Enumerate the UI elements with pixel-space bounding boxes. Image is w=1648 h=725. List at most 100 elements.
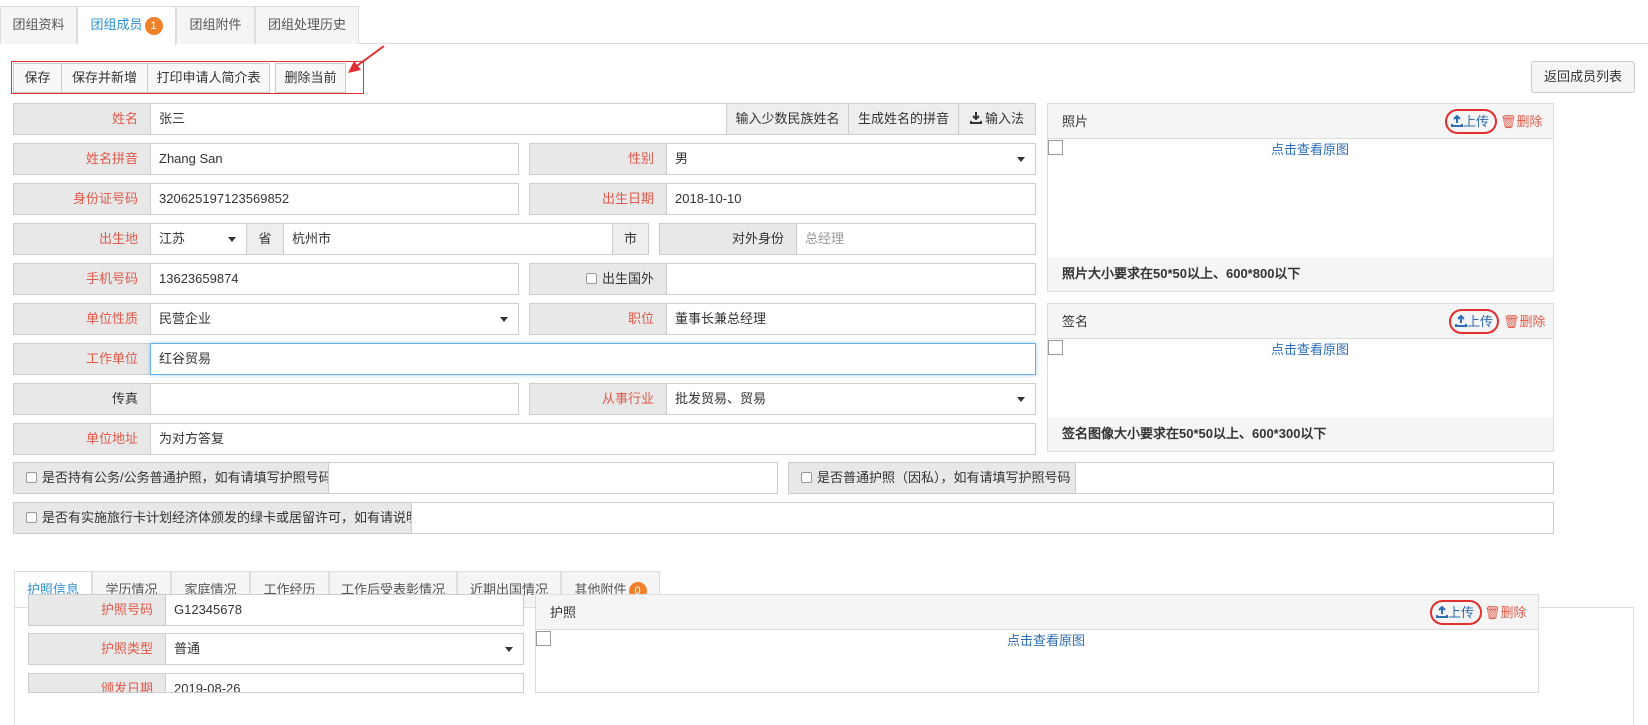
gender-label: 性别 [529,143,667,175]
passport-number-label: 护照号码 [28,594,166,626]
tab-group-attachments[interactable]: 团组附件 [176,6,255,44]
passport-view-original-link[interactable]: 点击查看原图 [1007,631,1085,651]
unit-address-input[interactable]: 为对方答复 [150,423,1036,455]
private-passport-label[interactable]: 是否普通护照（因私），如有请填写护照号码 [788,462,1076,494]
input-method-label: 输入法 [984,111,1024,126]
input-method-button[interactable]: 输入法 [958,103,1036,135]
birth-date-input[interactable]: 2018-10-10 [666,183,1036,215]
photo-panel: 照片 上传 🗑删除 点击查看原图 照片大小要求在50*50以上、600*800以… [1047,103,1554,292]
upload-icon [1455,314,1467,327]
tab-group-info[interactable]: 团组资料 [0,6,77,44]
birth-date-label: 出生日期 [529,183,667,215]
photo-upload-label: 上传 [1463,114,1490,129]
signature-upload-label: 上传 [1467,314,1494,329]
official-passport-text: 是否持有公务/公务普通护照，如有请填写护照号码 [42,470,332,485]
passport-panel-header: 护照 [536,595,1538,630]
external-identity-input[interactable]: 总经理 [796,223,1036,255]
minority-name-button[interactable]: 输入少数民族姓名 [726,103,849,135]
private-passport-text: 是否普通护照（因私），如有请填写护照号码 [817,470,1071,485]
photo-delete-button[interactable]: 🗑删除 [1500,104,1543,139]
passport-type-label: 护照类型 [28,633,166,665]
pinyin-label: 姓名拼音 [13,143,151,175]
tab-label: 团组处理历史 [267,17,346,32]
residence-permit-checkbox[interactable] [26,512,37,523]
save-button[interactable]: 保存 [13,63,62,93]
tab-label: 团组资料 [12,17,65,32]
official-passport-label[interactable]: 是否持有公务/公务普通护照，如有请填写护照号码 [13,462,332,494]
passport-number-input[interactable]: G12345678 [165,594,524,626]
phone-label: 手机号码 [13,263,151,295]
passport-delete-label: 删除 [1500,605,1527,620]
tab-label: 团组成员 [90,17,143,32]
trash-icon: 🗑 [1500,114,1517,129]
private-passport-input[interactable] [1075,462,1554,494]
official-passport-checkbox[interactable] [26,472,37,483]
id-number-label: 身份证号码 [13,183,151,215]
signature-select-checkbox[interactable] [1048,340,1063,355]
position-input[interactable]: 董事长兼总经理 [666,303,1036,335]
signature-panel: 签名 上传 🗑删除 点击查看原图 签名图像大小要求在50*50以上、600*30… [1047,303,1554,452]
official-passport-input[interactable] [328,462,778,494]
tab-label: 团组附件 [189,17,242,32]
city-input[interactable]: 杭州市 [283,223,613,255]
residence-permit-label[interactable]: 是否有实施旅行卡计划经济体颁发的绿卡或居留许可，如有请说明 [13,502,419,534]
born-abroad-text: 出生国外 [601,271,654,286]
photo-upload-button[interactable]: 上传 [1445,109,1497,134]
residence-permit-text: 是否有实施旅行卡计划经济体颁发的绿卡或居留许可，如有请说明 [42,510,420,525]
passport-select-checkbox[interactable] [536,631,551,646]
photo-view-original-link[interactable]: 点击查看原图 [1271,140,1349,160]
tab-group-members[interactable]: 团组成员 1 [77,6,176,45]
photo-select-checkbox[interactable] [1048,140,1063,155]
upload-icon [1436,605,1448,618]
industry-select[interactable]: 批发贸易、贸易 [666,383,1036,415]
fax-input[interactable] [150,383,519,415]
name-input[interactable]: 张三 [150,103,727,135]
tab-group-history[interactable]: 团组处理历史 [255,6,359,44]
photo-panel-title: 照片 [1062,114,1089,129]
signature-view-original-link[interactable]: 点击查看原图 [1271,340,1349,360]
id-number-input[interactable]: 320625197123569852 [150,183,519,215]
private-passport-checkbox[interactable] [801,472,812,483]
work-unit-label: 工作单位 [13,343,151,375]
province-select[interactable]: 江苏 [150,223,247,255]
born-abroad-label[interactable]: 出生国外 [529,263,667,295]
gender-select[interactable]: 男 [666,143,1036,175]
born-abroad-checkbox[interactable] [585,273,597,284]
save-and-new-button[interactable]: 保存并新增 [61,63,148,93]
unit-address-label: 单位地址 [13,423,151,455]
born-abroad-input[interactable] [666,263,1036,295]
trash-icon: 🗑 [1484,605,1501,620]
signature-panel-title: 签名 [1062,314,1089,329]
generate-pinyin-button[interactable]: 生成姓名的拼音 [848,103,959,135]
delete-current-button[interactable]: 删除当前 [275,63,346,93]
print-profile-button[interactable]: 打印申请人简介表 [147,63,270,93]
passport-upload-button[interactable]: 上传 [1430,600,1482,625]
fax-label: 传真 [13,383,151,415]
birthplace-label: 出生地 [13,223,151,255]
signature-delete-button[interactable]: 🗑删除 [1503,304,1546,339]
unit-nature-label: 单位性质 [13,303,151,335]
pinyin-input[interactable]: Zhang San [150,143,519,175]
top-tab-bar: 团组资料 团组成员 1 团组附件 团组处理历史 [0,0,1648,45]
residence-permit-input[interactable] [411,502,1554,534]
signature-size-note: 签名图像大小要求在50*50以上、600*300以下 [1048,417,1553,451]
annotation-arrow-icon [348,45,385,73]
photo-delete-label: 删除 [1516,114,1543,129]
phone-input[interactable]: 13623659874 [150,263,519,295]
work-unit-input[interactable]: 红谷贸易 [150,343,1036,375]
passport-delete-button[interactable]: 🗑删除 [1484,595,1527,630]
passport-panel: 护照 上传 🗑删除 点击查看原图 [535,594,1539,693]
name-label: 姓名 [13,103,151,135]
position-label: 职位 [529,303,667,335]
passport-upload-label: 上传 [1448,605,1475,620]
industry-label: 从事行业 [529,383,667,415]
passport-type-select[interactable]: 普通 [165,633,524,665]
unit-nature-select[interactable]: 民营企业 [150,303,519,335]
back-to-member-list-button[interactable]: 返回成员列表 [1531,61,1635,93]
trash-icon: 🗑 [1503,314,1520,329]
passport-panel-title: 护照 [550,605,577,620]
signature-delete-label: 删除 [1519,314,1546,329]
external-identity-label: 对外身份 [659,223,797,255]
signature-upload-button[interactable]: 上传 [1449,309,1499,334]
issue-date-input[interactable]: 2019-08-26 [165,673,524,693]
